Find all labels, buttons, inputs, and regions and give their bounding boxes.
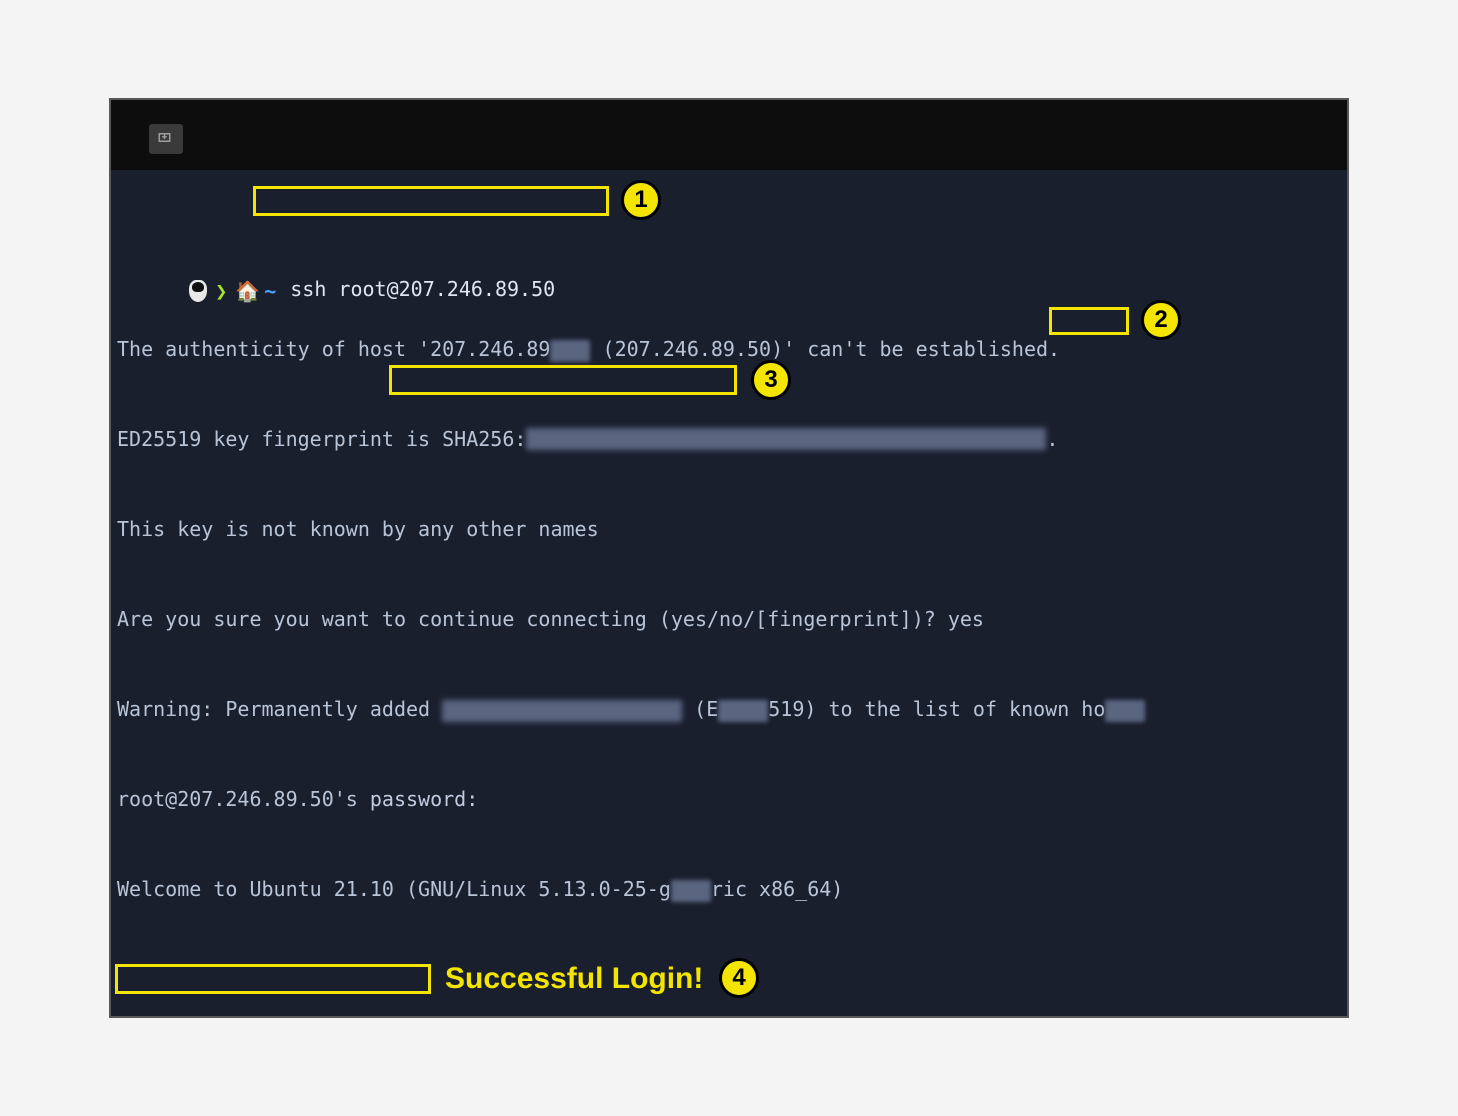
- plus-tab-icon: [157, 130, 175, 148]
- chevron-right-icon: ❯: [215, 276, 227, 306]
- not-known-line: This key is not known by any other names: [117, 517, 599, 541]
- tux-icon: [189, 280, 207, 302]
- annotation-marker-4: 4: [719, 958, 759, 998]
- annotation-marker-1: 1: [621, 180, 661, 220]
- tab-bar: [111, 100, 1347, 170]
- ssh-command: ssh root@207.246.89.50: [290, 277, 555, 301]
- annotation-marker-2: 2: [1141, 300, 1181, 340]
- terminal-window: ❯ 🏠 ~ ssh root@207.246.89.50 The authent…: [109, 98, 1349, 1018]
- auth-line: The authenticity of host '207.246.89 (20…: [117, 337, 1060, 361]
- home-icon: 🏠: [235, 276, 260, 306]
- confirm-line: Are you sure you want to continue connec…: [117, 607, 984, 631]
- annotation-success-label: Successful Login!: [445, 962, 703, 996]
- annotation-marker-3: 3: [751, 360, 791, 400]
- new-tab-button[interactable]: [149, 124, 183, 154]
- warning-line: Warning: Permanently added (E519) to the…: [117, 697, 1145, 721]
- password-line: root@207.246.89.50's password:: [117, 787, 478, 811]
- shell-prompt: ❯ 🏠 ~: [189, 276, 290, 306]
- redacted-ip: [442, 700, 682, 722]
- fingerprint-line: ED25519 key fingerprint is SHA256:.: [117, 427, 1058, 451]
- tilde-path: ~: [264, 276, 276, 306]
- welcome-line: Welcome to Ubuntu 21.10 (GNU/Linux 5.13.…: [117, 877, 843, 901]
- redacted-fingerprint: [526, 428, 1046, 450]
